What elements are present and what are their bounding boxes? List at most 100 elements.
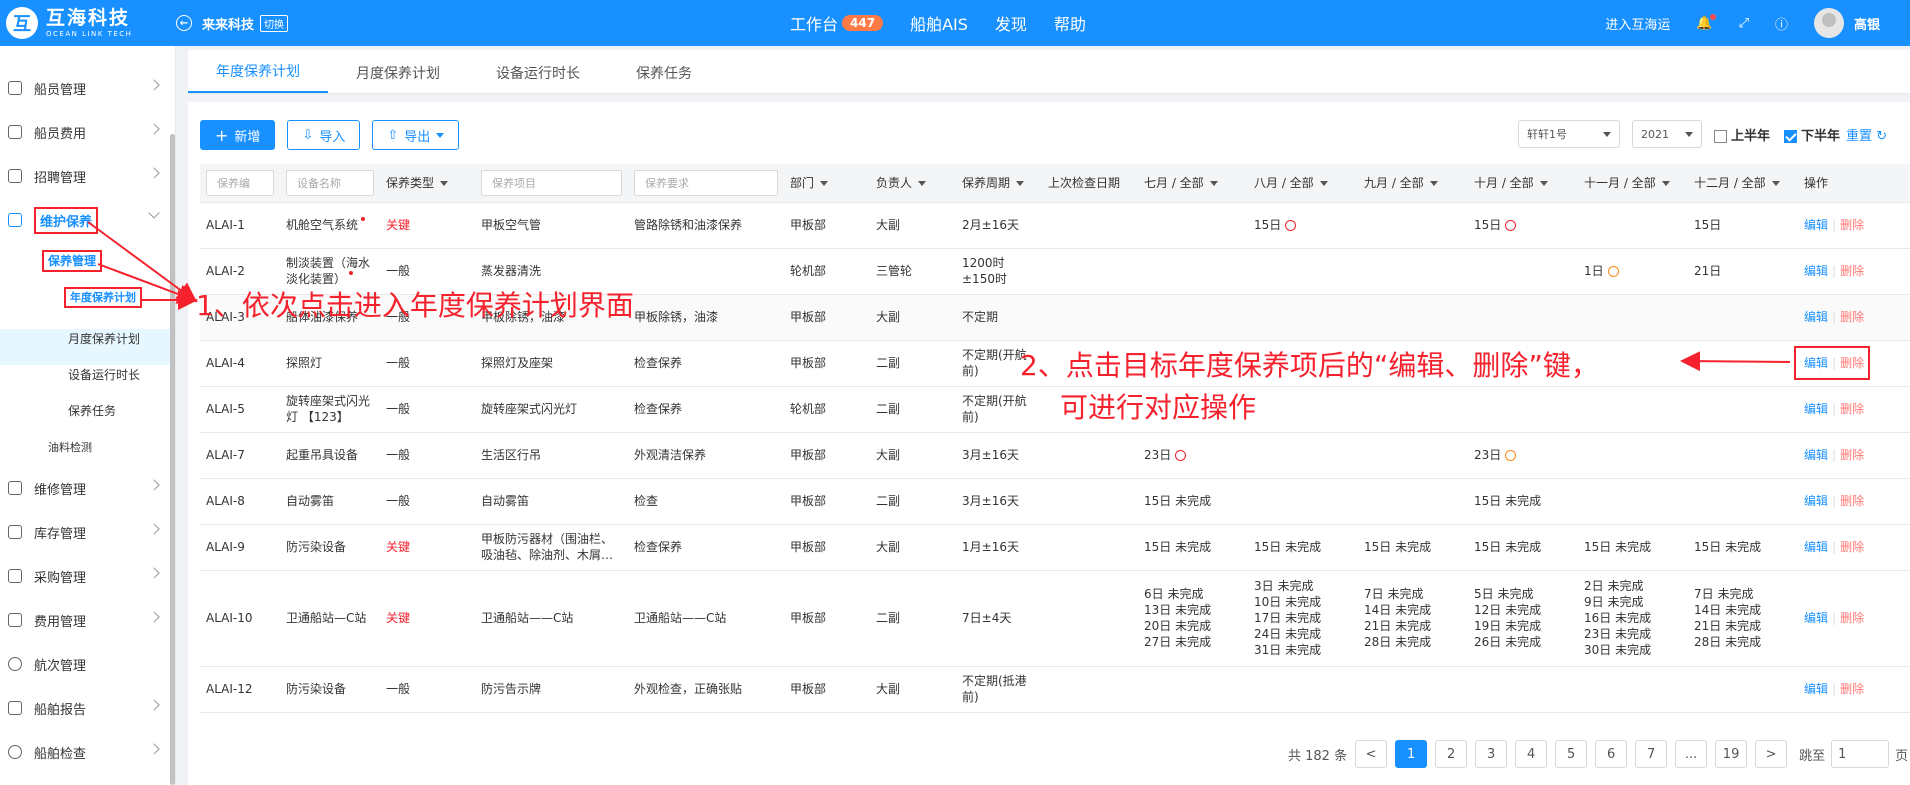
sidebar-item-oil-check[interactable]: 油料检测 bbox=[48, 439, 92, 455]
delete-link[interactable]: 删除 bbox=[1840, 310, 1864, 324]
tab-monthly-plan[interactable]: 月度保养计划 bbox=[328, 63, 468, 93]
page-button[interactable]: 19 bbox=[1715, 740, 1748, 768]
filter-code[interactable]: 保养编 bbox=[200, 164, 280, 203]
logo[interactable]: 互 互海科技 OCEAN LINK TECH bbox=[6, 7, 132, 39]
page-button[interactable]: 7 bbox=[1635, 740, 1668, 768]
col-dept[interactable]: 部门 bbox=[784, 164, 870, 203]
delete-link[interactable]: 删除 bbox=[1840, 218, 1864, 232]
nav-ship-ais[interactable]: 船舶AIS bbox=[910, 11, 968, 35]
fullscreen-icon[interactable]: ⤢ bbox=[1739, 16, 1749, 31]
nav-help[interactable]: 帮助 bbox=[1054, 11, 1086, 35]
avatar[interactable] bbox=[1813, 8, 1844, 38]
sidebar-item-monthly-plan[interactable]: 月度保养计划 bbox=[68, 330, 140, 347]
page-button[interactable]: 6 bbox=[1595, 740, 1628, 768]
col-oct[interactable]: 十月 / 全部 bbox=[1468, 164, 1578, 203]
col-owner[interactable]: 负责人 bbox=[870, 164, 956, 203]
sidebar-item-repair[interactable]: 维修管理 bbox=[0, 466, 170, 510]
delete-link[interactable]: 删除 bbox=[1840, 494, 1864, 508]
sidebar-item-label: 维修管理 bbox=[34, 482, 87, 498]
nav-discover[interactable]: 发现 bbox=[995, 11, 1027, 35]
delete-link[interactable]: 删除 bbox=[1840, 402, 1864, 416]
sidebar-item-purchase[interactable]: 采购管理 bbox=[0, 554, 170, 598]
add-button[interactable]: + 新增 bbox=[200, 120, 276, 150]
filter-device[interactable]: 设备名称 bbox=[280, 164, 380, 203]
filter-req[interactable]: 保养要求 bbox=[628, 164, 784, 203]
sidebar-item-crew-cost[interactable]: 船员费用 bbox=[0, 110, 170, 154]
sidebar-item-inventory[interactable]: 库存管理 bbox=[0, 510, 170, 554]
col-sep[interactable]: 九月 / 全部 bbox=[1358, 164, 1468, 203]
edit-link[interactable]: 编辑 bbox=[1804, 611, 1828, 625]
prev-page-button[interactable]: < bbox=[1355, 740, 1388, 768]
col-nov[interactable]: 十一月 / 全部 bbox=[1578, 164, 1688, 203]
edit-link[interactable]: 编辑 bbox=[1804, 448, 1828, 462]
sidebar-item-maintenance[interactable]: 维护保养 bbox=[0, 198, 170, 242]
company-switcher[interactable]: ← 来来科技 切换 bbox=[176, 0, 289, 46]
switch-button[interactable]: 切换 bbox=[260, 14, 289, 32]
sidebar-item-runtime[interactable]: 设备运行时长 bbox=[68, 366, 140, 383]
reset-button[interactable]: 重置 ↻ bbox=[1846, 125, 1887, 144]
filter-code-input[interactable]: 保养编 bbox=[206, 169, 274, 196]
sidebar-item-voyage[interactable]: 航次管理 bbox=[0, 642, 170, 686]
second-half-checkbox[interactable]: 下半年 bbox=[1784, 125, 1840, 144]
page-jump-input[interactable]: 1 bbox=[1831, 740, 1890, 768]
edit-link[interactable]: 编辑 bbox=[1804, 402, 1828, 416]
delete-link[interactable]: 删除 bbox=[1840, 682, 1864, 696]
table-row[interactable]: ALAI-8 自动雾笛 一般 自动雾笛 检查 甲板部 二副 3月±16天 15日 未完成 15日 … bbox=[200, 478, 1910, 525]
table-row[interactable]: ALAI-7 起重吊具设备 一般 生活区行吊 外观清洁保养 甲板部 大副 3月±16天 23日 2… bbox=[200, 432, 1910, 479]
col-jul[interactable]: 七月 / 全部 bbox=[1138, 164, 1248, 203]
edit-link[interactable]: 编辑 bbox=[1804, 218, 1828, 232]
col-cycle[interactable]: 保养周期 bbox=[956, 164, 1042, 203]
page-button[interactable]: 2 bbox=[1435, 740, 1468, 768]
sidebar-item-recruit[interactable]: 招聘管理 bbox=[0, 154, 170, 198]
import-button[interactable]: ⇩ 导入 bbox=[287, 120, 361, 150]
page-button[interactable]: 3 bbox=[1475, 740, 1508, 768]
bell-icon[interactable]: 🔔 bbox=[1696, 13, 1716, 31]
username[interactable]: 高银 bbox=[1854, 14, 1880, 33]
sidebar-item-annual-plan[interactable]: 年度保养计划 bbox=[64, 287, 142, 308]
next-page-button[interactable]: > bbox=[1755, 740, 1788, 768]
sidebar-sub-group[interactable]: 保养管理 bbox=[42, 250, 103, 272]
edit-link[interactable]: 编辑 bbox=[1804, 310, 1828, 324]
tab-annual-plan[interactable]: 年度保养计划 bbox=[188, 61, 328, 93]
back-arrow-icon[interactable]: ← bbox=[176, 15, 192, 31]
table-row[interactable]: ALAI-5 旋转座架式闪光灯 【123】 一般 旋转座架式闪光灯 检查保养 轮机部 二副 不… bbox=[200, 386, 1910, 433]
edit-link[interactable]: 编辑 bbox=[1804, 264, 1828, 278]
delete-link[interactable]: 删除 bbox=[1840, 540, 1864, 554]
enter-hhy-link[interactable]: 进入互海运 bbox=[1605, 14, 1670, 33]
nav-workbench[interactable]: 工作台 447 bbox=[790, 11, 884, 35]
tab-tasks[interactable]: 保养任务 bbox=[608, 63, 720, 93]
delete-link[interactable]: 删除 bbox=[1840, 264, 1864, 278]
ship-select[interactable]: 轩轩1号 bbox=[1518, 120, 1620, 148]
sidebar-item-tasks[interactable]: 保养任务 bbox=[68, 402, 116, 419]
col-dec[interactable]: 十二月 / 全部 bbox=[1688, 164, 1798, 203]
edit-link[interactable]: 编辑 bbox=[1804, 494, 1828, 508]
filter-item-input[interactable]: 保养项目 bbox=[481, 169, 622, 196]
filter-item[interactable]: 保养项目 bbox=[475, 164, 628, 203]
sidebar-scrollbar[interactable] bbox=[170, 134, 175, 785]
delete-link[interactable]: 删除 bbox=[1840, 448, 1864, 462]
col-aug[interactable]: 八月 / 全部 bbox=[1248, 164, 1358, 203]
edit-link[interactable]: 编辑 bbox=[1804, 682, 1828, 696]
delete-link[interactable]: 删除 bbox=[1840, 611, 1864, 625]
filter-device-input[interactable]: 设备名称 bbox=[286, 169, 374, 196]
help-icon[interactable]: ⓘ bbox=[1775, 14, 1788, 33]
filter-req-input[interactable]: 保养要求 bbox=[634, 169, 778, 196]
filter-type[interactable]: 保养类型 bbox=[380, 164, 475, 203]
export-button[interactable]: ⇧ 导出 bbox=[372, 120, 460, 150]
sidebar-item-inspection[interactable]: 船舶检查 bbox=[0, 730, 170, 774]
table-row[interactable]: ALAI-1 机舱空气系统 关键 甲板空气管 管路除锈和油漆保养 甲板部 大副 2月±16天 1… bbox=[200, 202, 1910, 249]
table-row[interactable]: ALAI-10 卫通船站—C站 关键 卫通船站——C站 卫通船站——C站 甲板部 二副 7日±… bbox=[200, 570, 1910, 667]
page-button[interactable]: 5 bbox=[1555, 740, 1588, 768]
tab-runtime[interactable]: 设备运行时长 bbox=[468, 63, 608, 93]
table-row[interactable]: ALAI-9 防污染设备 关键 甲板防污器材（围油栏、吸油毡、除油剂、木屑… 检查保养 甲… bbox=[200, 524, 1910, 571]
sidebar-item-crew[interactable]: 船员管理 bbox=[0, 66, 170, 110]
sidebar-item-expense[interactable]: 费用管理 bbox=[0, 598, 170, 642]
edit-link[interactable]: 编辑 bbox=[1804, 540, 1828, 554]
page-ellipsis[interactable]: ... bbox=[1675, 740, 1708, 768]
first-half-checkbox[interactable]: 上半年 bbox=[1714, 125, 1770, 144]
table-row[interactable]: ALAI-12 防污染设备 一般 防污告示牌 外观检查，正确张贴 甲板部 大副 不定期(抵港前… bbox=[200, 666, 1910, 713]
page-button[interactable]: 4 bbox=[1515, 740, 1548, 768]
year-select[interactable]: 2021 bbox=[1632, 120, 1702, 148]
sidebar-item-report[interactable]: 船舶报告 bbox=[0, 686, 170, 730]
page-button[interactable]: 1 bbox=[1395, 740, 1428, 768]
